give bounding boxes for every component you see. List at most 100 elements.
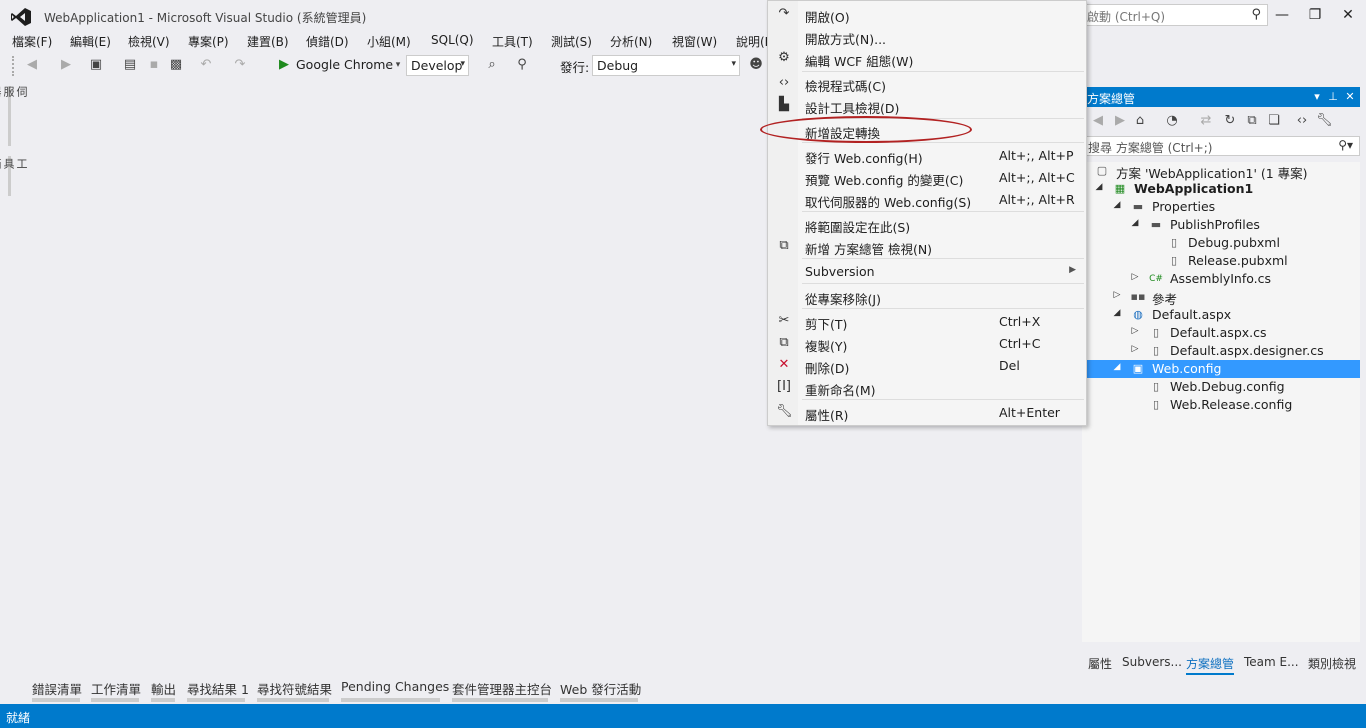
redo-icon[interactable]: ↷: [232, 57, 248, 73]
menu-file[interactable]: 檔案(F): [12, 33, 52, 50]
save-icon[interactable]: ▪: [146, 57, 162, 73]
menu-item-cut[interactable]: ✂ 剪下(T) Ctrl+X: [768, 310, 1086, 332]
find-icon[interactable]: ⌕: [484, 57, 500, 73]
tree-node-assemblyinfo[interactable]: ▷ C# AssemblyInfo.cs: [1082, 270, 1360, 288]
menu-item-preview-web-config[interactable]: 預覽 Web.config 的變更(C) Alt+;, Alt+C: [768, 166, 1086, 188]
pin-icon[interactable]: ⊥: [1326, 89, 1340, 105]
menu-item-view-designer[interactable]: ▙ 設計工具檢視(D): [768, 94, 1086, 116]
menu-item-new-solution-explorer-view[interactable]: ⧉ 新增 方案總管 檢視(N): [768, 235, 1086, 257]
menu-analyze[interactable]: 分析(N): [610, 33, 652, 50]
tab-find-symbol-results[interactable]: 尋找符號結果: [257, 679, 332, 698]
tab-find-results-1[interactable]: 尋找結果 1: [187, 679, 249, 698]
menu-project[interactable]: 專案(P): [188, 33, 229, 50]
tree-node-publishprofiles[interactable]: ◢ ▬ PublishProfiles: [1082, 216, 1360, 234]
menu-team[interactable]: 小組(M): [367, 33, 411, 50]
solution-explorer-header[interactable]: 方案總管 ▾ ⊥ ✕: [1082, 87, 1360, 107]
sync-icon[interactable]: ⇄: [1198, 113, 1214, 129]
close-window-button[interactable]: ✕: [1338, 6, 1358, 24]
view-code-icon[interactable]: ‹›: [1294, 113, 1310, 129]
run-target-label[interactable]: Google Chrome: [296, 57, 393, 72]
tab-task-list[interactable]: 工作清單: [91, 679, 141, 698]
tab-solution-explorer[interactable]: 方案總管: [1186, 655, 1235, 675]
menu-item-publish-web-config[interactable]: 發行 Web.config(H) Alt+;, Alt+P: [768, 144, 1086, 166]
quick-launch-input[interactable]: 啟動 (Ctrl+Q) ⚲: [1082, 4, 1268, 26]
menu-item-view-code[interactable]: ‹› 檢視程式碼(C): [768, 72, 1086, 94]
menu-item-edit-wcf-config[interactable]: ⚙ 編輯 WCF 組態(W): [768, 47, 1086, 69]
menu-item-replace-server-web-config[interactable]: 取代伺服器的 Web.config(S) Alt+;, Alt+R: [768, 188, 1086, 210]
menu-item-open[interactable]: ↷ 開啟(O): [768, 3, 1086, 25]
tree-node-solution[interactable]: ▢ 方案 'WebApplication1' (1 專案): [1082, 162, 1360, 181]
menu-item-exclude-from-project[interactable]: 從專案移除(J): [768, 285, 1086, 307]
expand-arrow-icon[interactable]: ▷: [1130, 344, 1140, 354]
show-all-files-icon[interactable]: ❏: [1266, 113, 1282, 129]
properties-icon[interactable]: 🔧︎: [1316, 113, 1333, 129]
web-publish-icon[interactable]: ☻: [748, 57, 764, 73]
tab-team-explorer[interactable]: Team E...: [1244, 655, 1299, 669]
forward-icon[interactable]: ▶: [58, 57, 74, 73]
solution-config-select[interactable]: Develop ▾: [406, 55, 469, 76]
collapse-arrow-icon[interactable]: ◢: [1112, 200, 1122, 210]
solution-explorer-search-input[interactable]: 搜尋 方案總管 (Ctrl+;) ⚲▾: [1084, 136, 1360, 156]
menu-sql[interactable]: SQL(Q): [431, 33, 474, 47]
menu-item-rename[interactable]: [I] 重新命名(M): [768, 376, 1086, 398]
collapse-arrow-icon[interactable]: ◢: [1094, 182, 1104, 192]
menu-item-properties[interactable]: 🔧︎ 屬性(R) Alt+Enter: [768, 401, 1086, 423]
expand-arrow-icon[interactable]: ▷: [1130, 272, 1140, 282]
menu-test[interactable]: 測試(S): [551, 33, 592, 50]
save-all-icon[interactable]: ▩: [168, 57, 184, 73]
restore-button[interactable]: ❐: [1305, 6, 1325, 24]
menu-tools[interactable]: 工具(T): [492, 33, 533, 50]
expand-arrow-icon[interactable]: ▷: [1112, 290, 1122, 300]
tree-node-web-config[interactable]: ◢ ▣ Web.config: [1082, 360, 1360, 378]
server-explorer-tab[interactable]: 伺服器總管: [0, 86, 28, 97]
collapse-arrow-icon[interactable]: ◢: [1112, 362, 1122, 372]
tab-class-view[interactable]: 類別檢視: [1308, 655, 1356, 672]
refresh-icon[interactable]: ↻: [1222, 113, 1238, 129]
tree-node-properties[interactable]: ◢ ▬ Properties: [1082, 198, 1360, 216]
window-position-icon[interactable]: ▾: [1310, 89, 1324, 105]
tree-node-references[interactable]: ▷ ▪▪ 參考: [1082, 288, 1360, 307]
menu-window[interactable]: 視窗(W): [672, 33, 717, 50]
tab-properties[interactable]: 屬性: [1088, 655, 1112, 672]
tree-node-default-aspx-cs[interactable]: ▷ ▯ Default.aspx.cs: [1082, 324, 1360, 342]
menu-item-delete[interactable]: ✕ 刪除(D) Del: [768, 354, 1086, 376]
home-icon[interactable]: ⌂: [1132, 113, 1148, 129]
find-in-files-icon[interactable]: ⚲: [514, 57, 530, 73]
menu-item-scope-to-this[interactable]: 將範圍設定在此(S): [768, 213, 1086, 235]
menu-view[interactable]: 檢視(V): [128, 33, 170, 50]
expand-arrow-icon[interactable]: ▷: [1130, 326, 1140, 336]
tree-node-project[interactable]: ◢ ▦ WebApplication1: [1082, 180, 1360, 198]
undo-icon[interactable]: ↶: [198, 57, 214, 73]
tab-web-publish-activity[interactable]: Web 發行活動: [560, 679, 641, 698]
new-project-icon[interactable]: ▣: [88, 57, 104, 73]
tab-subversion[interactable]: Subvers...: [1122, 655, 1182, 669]
tree-node-web-debug-config[interactable]: ▯ Web.Debug.config: [1082, 378, 1360, 396]
tab-package-manager-console[interactable]: 套件管理器主控台: [452, 679, 552, 698]
back-icon[interactable]: ◀: [1090, 113, 1106, 129]
collapse-arrow-icon[interactable]: ◢: [1130, 218, 1140, 228]
tree-node-default-aspx[interactable]: ◢ ◍ Default.aspx: [1082, 306, 1360, 324]
open-file-icon[interactable]: ▤: [122, 57, 138, 73]
collapse-all-icon[interactable]: ⧉: [1244, 113, 1260, 129]
menu-build[interactable]: 建置(B): [247, 33, 289, 50]
menu-item-open-with[interactable]: 開啟方式(N)...: [768, 25, 1086, 47]
menu-item-copy[interactable]: ⧉ 複製(Y) Ctrl+C: [768, 332, 1086, 354]
collapse-arrow-icon[interactable]: ◢: [1112, 308, 1122, 318]
tab-pending-changes[interactable]: Pending Changes: [341, 679, 449, 694]
tree-node-release-pubxml[interactable]: ▯ Release.pubxml: [1082, 252, 1360, 270]
toolbox-tab[interactable]: 工具箱: [0, 158, 28, 169]
menu-edit[interactable]: 編輯(E): [70, 33, 111, 50]
run-target-dropdown-icon[interactable]: ▾: [390, 57, 406, 73]
tree-node-web-release-config[interactable]: ▯ Web.Release.config: [1082, 396, 1360, 414]
minimize-button[interactable]: —: [1272, 6, 1292, 24]
back-icon[interactable]: ◀: [24, 57, 40, 73]
tree-node-default-aspx-designer-cs[interactable]: ▷ ▯ Default.aspx.designer.cs: [1082, 342, 1360, 360]
publish-profile-select[interactable]: Debug ▾: [592, 55, 740, 76]
tab-output[interactable]: 輸出: [151, 679, 176, 698]
forward-icon[interactable]: ▶: [1112, 113, 1128, 129]
tab-error-list[interactable]: 錯誤清單: [32, 679, 82, 698]
close-icon[interactable]: ✕: [1343, 89, 1357, 105]
tree-node-debug-pubxml[interactable]: ▯ Debug.pubxml: [1082, 234, 1360, 252]
start-debug-icon[interactable]: ▶: [276, 57, 292, 73]
pending-changes-filter-icon[interactable]: ◔: [1164, 113, 1180, 129]
